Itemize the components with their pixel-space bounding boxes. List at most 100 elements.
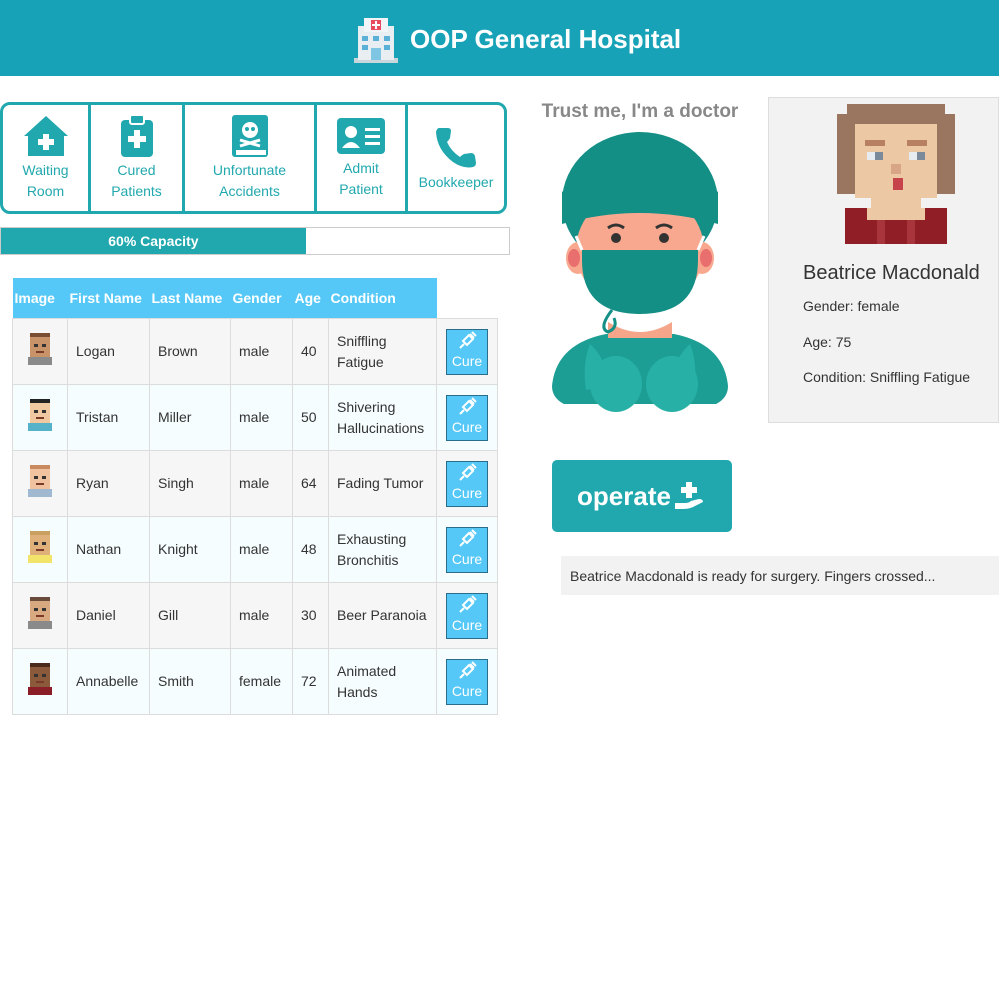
cure-button[interactable]: Cure <box>446 460 488 507</box>
patient-avatar <box>28 596 52 629</box>
cure-button[interactable]: Cure <box>446 394 488 441</box>
cure-button[interactable]: Cure <box>446 328 488 375</box>
nav-admit-patient[interactable]: Admit Patient <box>317 105 408 211</box>
operate-label: operate <box>577 480 671 511</box>
phone-icon <box>436 127 476 167</box>
hand-medical-icon <box>674 482 703 509</box>
patient-age: Age: 75 <box>803 334 852 350</box>
patient-avatar <box>28 530 52 563</box>
syringe-icon <box>459 331 477 349</box>
app-title: OOP General Hospital <box>410 23 682 54</box>
patient-name: Beatrice Macdonald <box>803 262 980 284</box>
nav-label: Unfortunate Accidents <box>212 162 287 199</box>
condition-cell: Beer Paranoia <box>328 582 437 649</box>
avatar-cell <box>12 582 68 649</box>
patient-gender: Gender: female <box>803 298 900 314</box>
table-row: Logan Brown male 40 Sniffling Fatigue Cure <box>12 318 498 385</box>
first-name-cell: Tristan <box>67 384 150 451</box>
last-name-cell: Gill <box>149 582 231 649</box>
cure-label: Cure <box>451 353 483 369</box>
main-nav: Waiting Room Cured Patients Unfortunate … <box>0 102 507 214</box>
patient-avatar <box>28 398 52 431</box>
syringe-icon <box>459 595 477 613</box>
action-cell: Cure <box>436 318 498 385</box>
col-condition: Condition <box>328 278 437 319</box>
gender-cell: male <box>230 450 293 517</box>
action-cell: Cure <box>436 582 498 649</box>
table-row: Nathan Knight male 48 Exhausting Bronchitis C… <box>12 516 498 583</box>
cure-button[interactable]: Cure <box>446 658 488 705</box>
gender-cell: male <box>230 516 293 583</box>
age-cell: 64 <box>292 450 329 517</box>
last-name-cell: Knight <box>149 516 231 583</box>
hospital-icon <box>354 18 398 63</box>
patient-card: Beatrice Macdonald Gender: female Age: 7… <box>768 97 999 423</box>
avatar-cell <box>12 450 68 517</box>
patient-avatar <box>837 104 955 244</box>
cure-button[interactable]: Cure <box>446 592 488 639</box>
col-action <box>436 278 498 319</box>
nav-label: Cured Patients <box>111 162 162 199</box>
patient-avatar <box>28 662 52 695</box>
capacity-fill: 60% Capacity <box>1 228 306 254</box>
cure-label: Cure <box>451 617 483 633</box>
nav-waiting-room[interactable]: Waiting Room <box>3 105 91 211</box>
age-cell: 72 <box>292 648 329 715</box>
cure-label: Cure <box>451 485 483 501</box>
patient-condition: Condition: Sniffling Fatigue <box>803 369 971 385</box>
age-cell: 50 <box>292 384 329 451</box>
table-header-row: Image First Name Last Name Gender Age Co… <box>12 278 498 319</box>
capacity-bar: 60% Capacity <box>0 227 510 255</box>
gender-cell: male <box>230 582 293 649</box>
last-name-cell: Brown <box>149 318 231 385</box>
first-name-cell: Logan <box>67 318 150 385</box>
syringe-icon <box>459 529 477 547</box>
nav-unfortunate-accidents[interactable]: Unfortunate Accidents <box>185 105 317 211</box>
age-cell: 48 <box>292 516 329 583</box>
capacity-label: 60% Capacity <box>108 233 199 249</box>
avatar-cell <box>12 384 68 451</box>
first-name-cell: Daniel <box>67 582 150 649</box>
gender-cell: male <box>230 384 293 451</box>
house-medical-icon <box>23 116 68 156</box>
syringe-icon <box>459 661 477 679</box>
table-row: Daniel Gill male 30 Beer Paranoia Cure <box>12 582 498 649</box>
age-cell: 40 <box>292 318 329 385</box>
first-name-cell: Nathan <box>67 516 150 583</box>
waiting-patients-table: Image First Name Last Name Gender Age Co… <box>12 278 498 715</box>
condition-cell: Animated Hands <box>328 648 437 715</box>
last-name-cell: Smith <box>149 648 231 715</box>
table-row: Tristan Miller male 50 Shivering Hallucinati… <box>12 384 498 451</box>
app-header: OOP General Hospital <box>0 0 999 76</box>
nav-label: Waiting Room <box>22 162 69 199</box>
last-name-cell: Singh <box>149 450 231 517</box>
id-card-icon <box>337 118 385 154</box>
cure-label: Cure <box>451 683 483 699</box>
cure-label: Cure <box>451 419 483 435</box>
syringe-icon <box>459 463 477 481</box>
table-row: Annabelle Smith female 72 Animated Hands Cure <box>12 648 498 715</box>
condition-cell: Sniffling Fatigue <box>328 318 437 385</box>
nav-cured-patients[interactable]: Cured Patients <box>91 105 185 211</box>
doctor-illustration <box>552 132 728 412</box>
col-last-name: Last Name <box>149 278 231 319</box>
action-cell: Cure <box>436 450 498 517</box>
col-first-name: First Name <box>67 278 150 319</box>
action-cell: Cure <box>436 648 498 715</box>
condition-cell: Shivering Hallucinations <box>328 384 437 451</box>
col-image: Image <box>12 278 68 319</box>
last-name-cell: Miller <box>149 384 231 451</box>
gender-cell: female <box>230 648 293 715</box>
nav-bookkeeper[interactable]: Bookkeeper <box>408 105 504 211</box>
nav-label: Bookkeeper <box>418 173 494 190</box>
gender-cell: male <box>230 318 293 385</box>
cure-button[interactable]: Cure <box>446 526 488 573</box>
action-cell: Cure <box>436 516 498 583</box>
first-name-cell: Annabelle <box>67 648 150 715</box>
avatar-cell <box>12 318 68 385</box>
clipboard-medical-icon <box>120 114 153 157</box>
operate-button[interactable]: operate <box>552 460 732 532</box>
syringe-icon <box>459 397 477 415</box>
skull-book-icon <box>231 115 268 157</box>
nav-label: Admit Patient <box>339 160 383 197</box>
